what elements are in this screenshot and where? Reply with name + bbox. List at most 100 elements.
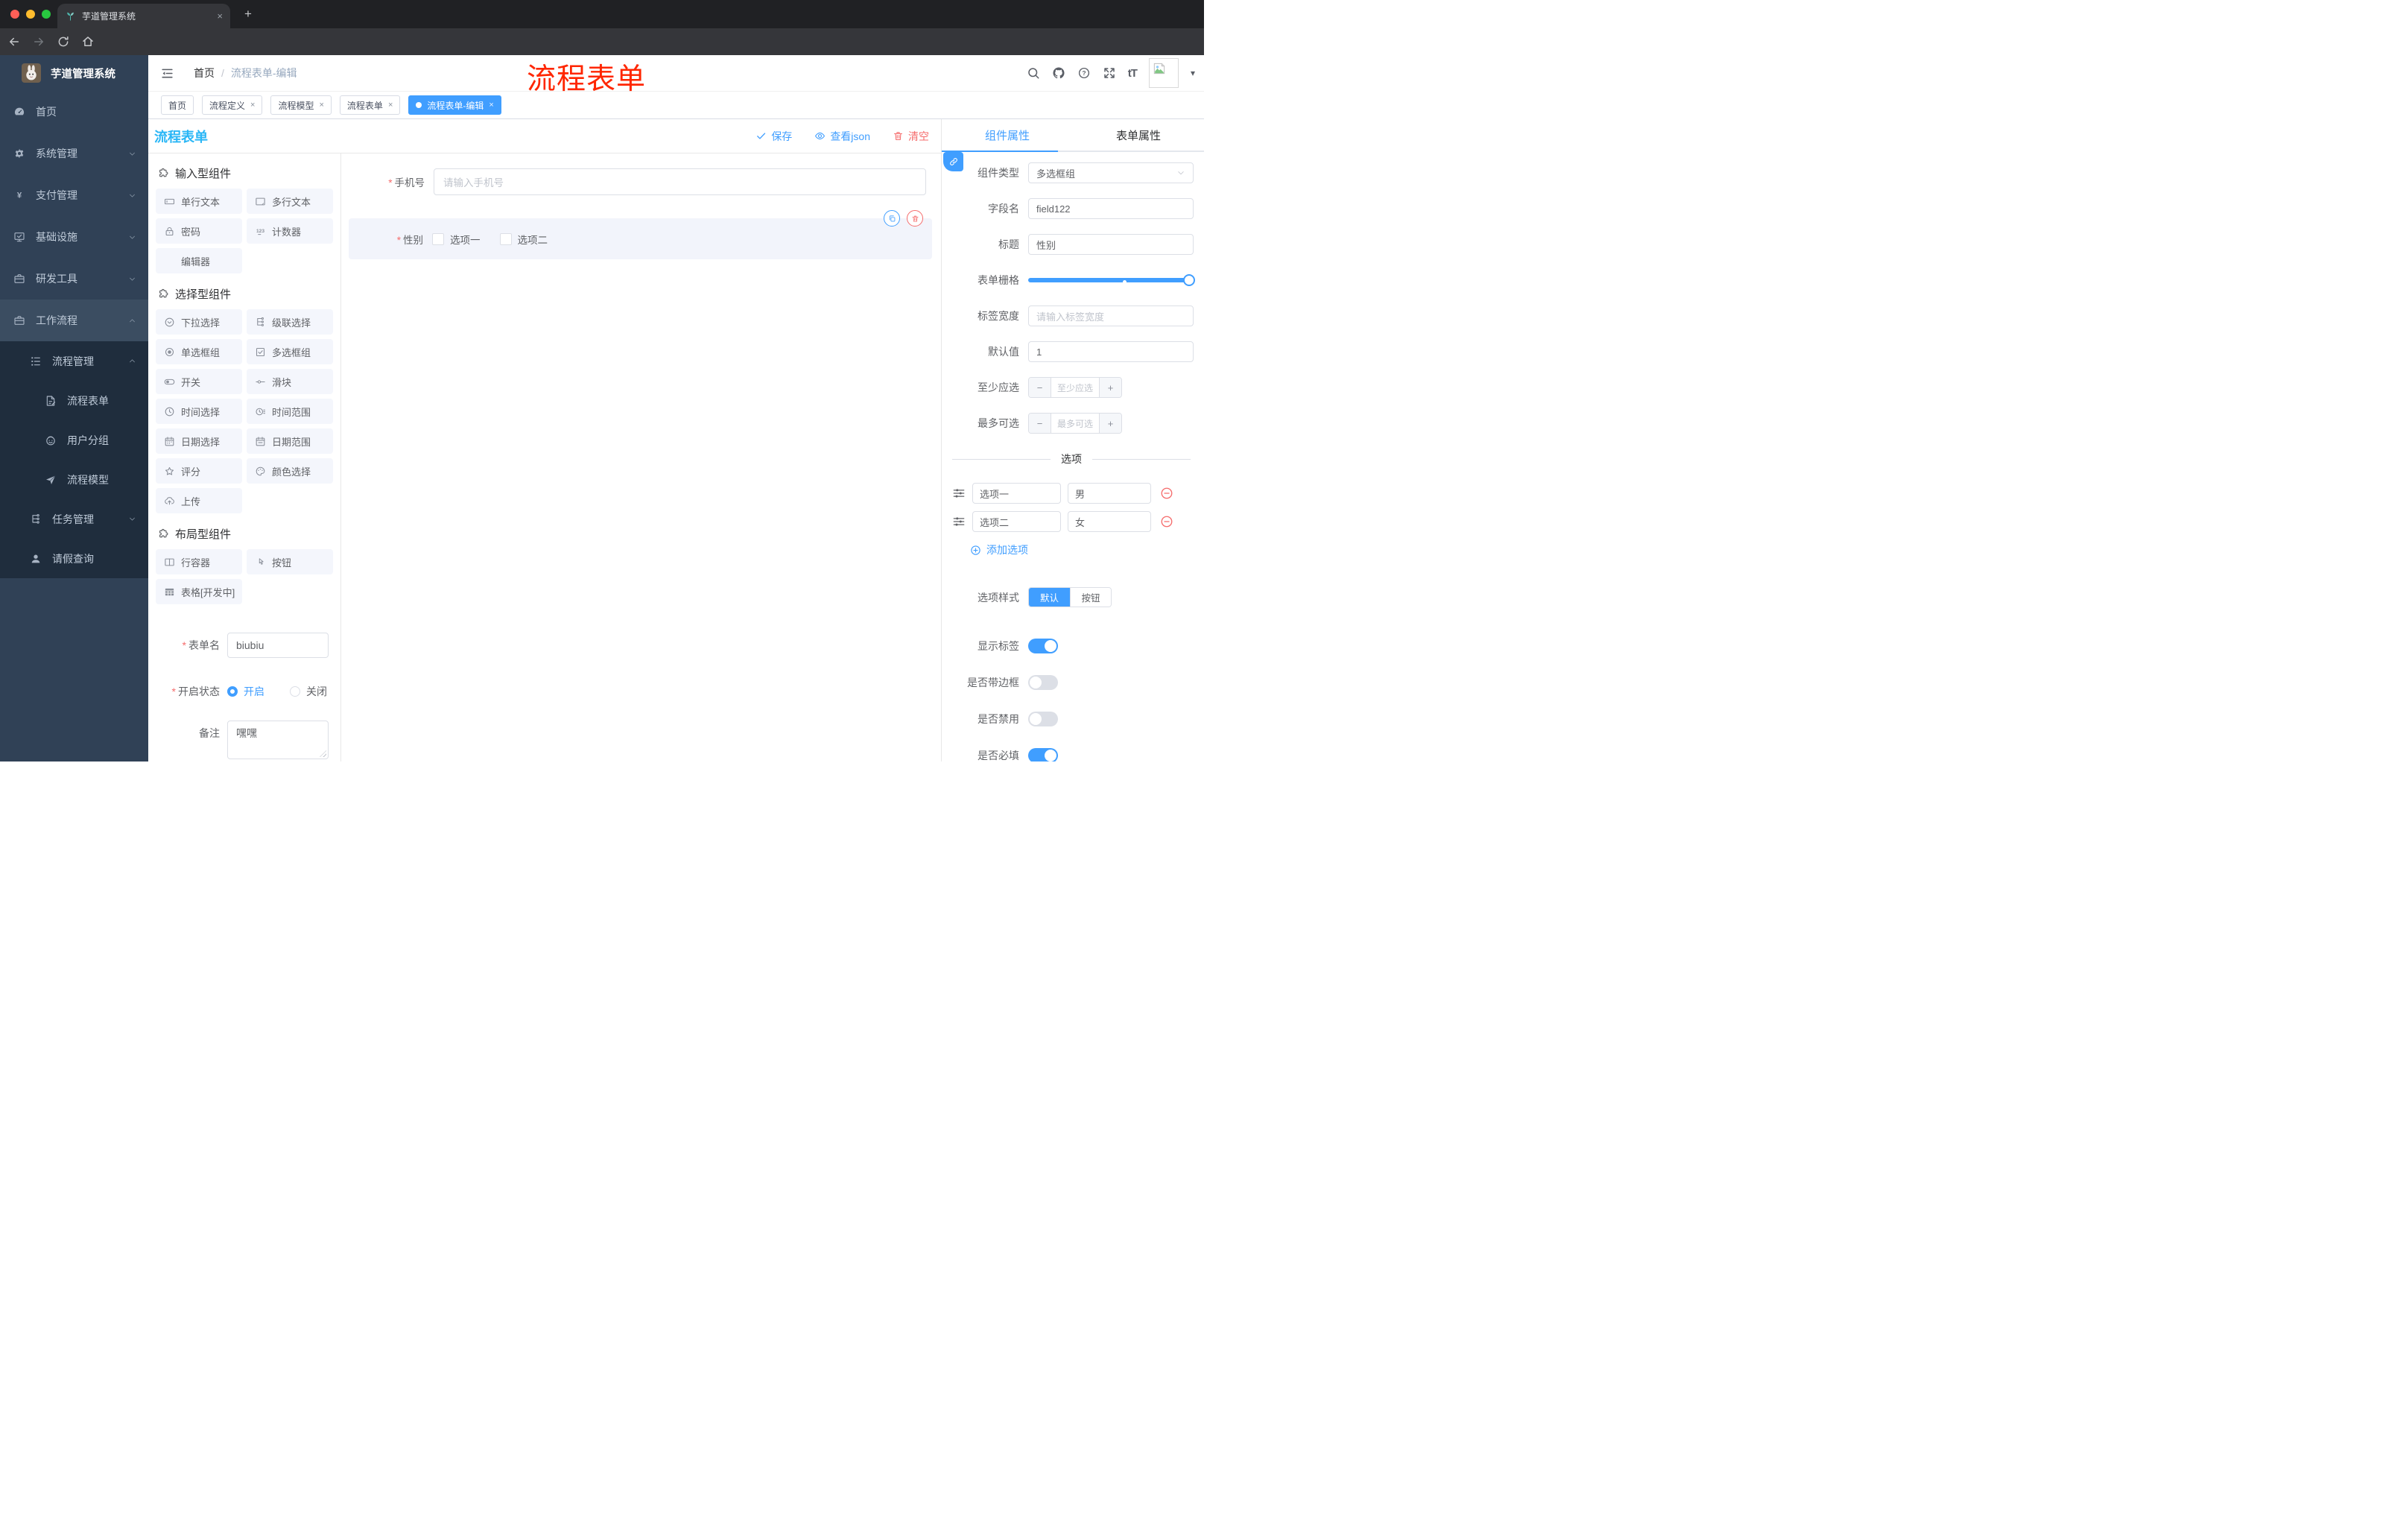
tag-close-icon[interactable]: × [388,101,393,110]
avatar[interactable] [1148,58,1179,88]
add-option-button[interactable]: 添加选项 [970,542,1194,557]
option-value-input[interactable]: 女 [1068,511,1151,532]
sidebar-item-process-management[interactable]: 流程管理 [0,341,148,381]
remark-textarea[interactable]: 嘿嘿 [227,721,329,759]
gender-option-1-checkbox[interactable]: 选项一 [432,232,481,247]
component-table[interactable]: 表格[开发中] [156,579,242,604]
tag-close-icon[interactable]: × [319,101,323,110]
component-radio-group[interactable]: 单选框组 [156,339,242,364]
remove-option-icon[interactable] [1160,515,1173,528]
status-radio-on[interactable]: 开启 [227,684,264,699]
disabled-toggle[interactable] [1028,712,1058,726]
form-canvas[interactable]: * 手机号 请输入手机号 * 性别 选项一 选项二 [341,153,941,762]
font-size-icon[interactable]: tT [1128,67,1138,80]
sidebar-item-infrastructure[interactable]: 基础设施 [0,216,148,258]
tab-form-props[interactable]: 表单属性 [1073,119,1204,151]
help-icon[interactable]: ? [1077,66,1091,80]
slider-handle[interactable] [1183,274,1195,286]
component-multi-line-text[interactable]: 多行文本 [247,189,333,214]
status-radio-off[interactable]: 关闭 [290,684,327,699]
sidebar-item-process-model[interactable]: 流程模型 [0,460,148,499]
chevron-down-icon[interactable]: ▾ [1191,68,1195,78]
sidebar-item-workflow[interactable]: 工作流程 [0,300,148,341]
tag-process-definition[interactable]: 流程定义 × [202,95,263,115]
component-checkbox-group[interactable]: 多选框组 [247,339,333,364]
tag-close-icon[interactable]: × [250,101,255,110]
default-value-input[interactable]: 1 [1028,341,1194,362]
border-toggle[interactable] [1028,675,1058,690]
component-cascader[interactable]: 级联选择 [247,309,333,335]
min-select-stepper[interactable]: − 至少应选 + [1028,377,1122,398]
sidebar-item-user-group[interactable]: 用户分组 [0,420,148,460]
copy-field-button[interactable] [884,210,900,227]
forward-icon[interactable] [32,35,45,48]
style-default-button[interactable]: 默认 [1029,588,1070,607]
view-json-button[interactable]: 查看json [814,129,870,144]
required-toggle[interactable] [1028,748,1058,762]
option-value-input[interactable]: 男 [1068,483,1151,504]
tag-home[interactable]: 首页 [161,95,194,115]
hamburger-icon[interactable] [160,66,174,80]
window-maximize-button[interactable] [42,10,51,19]
component-select[interactable]: 下拉选择 [156,309,242,335]
component-type-select[interactable]: 多选框组 [1028,162,1194,183]
tag-close-icon[interactable]: × [489,101,493,110]
component-switch[interactable]: 开关 [156,369,242,394]
plus-icon[interactable]: + [1099,414,1121,433]
drag-handle-icon[interactable] [952,515,966,528]
component-counter[interactable]: 123 计数器 [247,218,333,244]
tag-process-form-edit[interactable]: 流程表单-编辑 × [408,95,501,115]
option-label-input[interactable]: 选项一 [972,483,1061,504]
component-editor[interactable]: 编辑器 [156,248,242,273]
link-handle[interactable] [943,152,963,171]
phone-input[interactable]: 请输入手机号 [434,168,926,195]
sidebar-item-payment[interactable]: ¥ 支付管理 [0,174,148,216]
tab-component-props[interactable]: 组件属性 [942,119,1073,151]
component-password[interactable]: 密码 [156,218,242,244]
clear-button[interactable]: 清空 [893,129,929,144]
component-date-range[interactable]: 日期范围 [247,428,333,454]
sidebar-item-leave-query[interactable]: 请假查询 [0,539,148,578]
gender-option-2-checkbox[interactable]: 选项二 [499,232,548,247]
save-button[interactable]: 保存 [755,129,792,144]
delete-field-button[interactable] [907,210,923,227]
drag-handle-icon[interactable] [952,487,966,500]
grid-slider[interactable] [1028,270,1195,291]
form-name-input[interactable]: biubiu [227,633,329,658]
github-icon[interactable] [1052,66,1065,80]
tab-close-icon[interactable]: × [217,10,223,22]
component-row-container[interactable]: 行容器 [156,549,242,574]
style-button-button[interactable]: 按钮 [1070,588,1111,607]
component-slider[interactable]: 滑块 [247,369,333,394]
sidebar-item-system[interactable]: 系统管理 [0,133,148,174]
component-color-picker[interactable]: 颜色选择 [247,458,333,484]
field-name-input[interactable]: field122 [1028,198,1194,219]
minus-icon[interactable]: − [1029,378,1051,397]
canvas-field-phone[interactable]: * 手机号 请输入手机号 [341,168,941,195]
component-single-line-text[interactable]: 单行文本 [156,189,242,214]
canvas-field-gender-selected[interactable]: * 性别 选项一 选项二 [349,210,932,259]
stepper-value[interactable]: 最多可选 [1051,414,1099,433]
max-select-stepper[interactable]: − 最多可选 + [1028,413,1122,434]
label-width-input[interactable]: 请输入标签宽度 [1028,305,1194,326]
window-minimize-button[interactable] [26,10,35,19]
minus-icon[interactable]: − [1029,414,1051,433]
back-icon[interactable] [7,35,21,48]
sidebar-logo[interactable]: 芋道管理系统 [0,55,148,91]
new-tab-button[interactable]: + [240,6,256,22]
sidebar-item-home[interactable]: 首页 [0,91,148,133]
home-icon[interactable] [81,35,95,48]
plus-icon[interactable]: + [1099,378,1121,397]
stepper-value[interactable]: 至少应选 [1051,378,1099,397]
search-icon[interactable] [1027,66,1040,80]
remove-option-icon[interactable] [1160,487,1173,500]
window-close-button[interactable] [10,10,19,19]
component-rate[interactable]: 评分 [156,458,242,484]
show-label-toggle[interactable] [1028,639,1058,653]
component-upload[interactable]: 上传 [156,488,242,513]
component-date-picker[interactable]: 日期选择 [156,428,242,454]
option-label-input[interactable]: 选项二 [972,511,1061,532]
browser-tab[interactable]: 芋道管理系统 × [57,4,230,28]
breadcrumb-home[interactable]: 首页 [194,66,215,80]
fullscreen-icon[interactable] [1103,66,1116,80]
